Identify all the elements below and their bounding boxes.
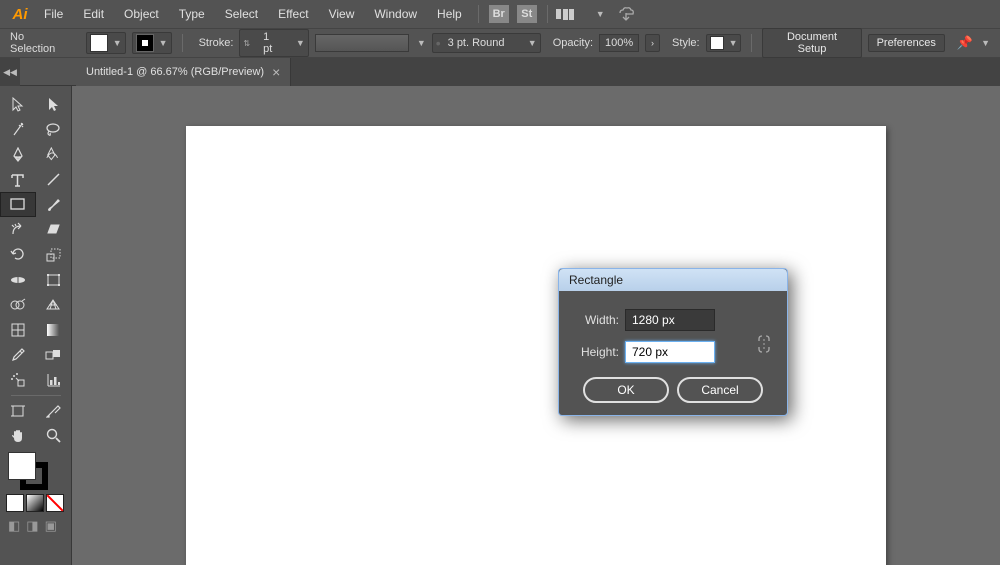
- color-mode-gradient[interactable]: [26, 494, 44, 512]
- canvas-area[interactable]: [72, 86, 1000, 565]
- menu-effect[interactable]: Effect: [270, 3, 316, 25]
- curvature-tool[interactable]: [36, 142, 72, 167]
- draw-behind-icon[interactable]: ◨: [26, 518, 38, 534]
- slice-tool[interactable]: [36, 398, 72, 423]
- type-tool[interactable]: [0, 167, 36, 192]
- rectangle-dialog: Rectangle Width: Height: OK Cancel: [558, 268, 788, 416]
- constrain-link-icon[interactable]: [757, 333, 771, 355]
- style-label: Style:: [672, 37, 700, 49]
- width-label: Width:: [573, 313, 619, 327]
- fill-swatch[interactable]: [8, 452, 36, 480]
- width-tool[interactable]: [0, 267, 36, 292]
- document-tab-title: Untitled-1 @ 66.67% (RGB/Preview): [86, 66, 264, 78]
- ok-button[interactable]: OK: [583, 377, 669, 403]
- document-tab[interactable]: Untitled-1 @ 66.67% (RGB/Preview) ×: [76, 58, 291, 86]
- draw-normal-icon[interactable]: ◧: [8, 518, 20, 534]
- separator: [478, 5, 479, 23]
- selection-tool[interactable]: [0, 92, 36, 117]
- pin-icon[interactable]: 📌: [957, 35, 973, 51]
- opacity-chevron[interactable]: ›: [645, 34, 660, 52]
- brush-def-button[interactable]: •3 pt. Round▼: [432, 33, 541, 53]
- menu-edit[interactable]: Edit: [75, 3, 112, 25]
- draw-inside-icon[interactable]: ▣: [45, 518, 57, 534]
- menu-view[interactable]: View: [321, 3, 363, 25]
- menu-help[interactable]: Help: [429, 3, 470, 25]
- eraser-tool[interactable]: [36, 217, 72, 242]
- cancel-button[interactable]: Cancel: [677, 377, 763, 403]
- separator: [182, 34, 183, 52]
- hand-tool[interactable]: [0, 423, 36, 448]
- shape-builder-tool[interactable]: [0, 292, 36, 317]
- free-transform-tool[interactable]: [36, 267, 72, 292]
- menu-object[interactable]: Object: [116, 3, 167, 25]
- separator: [547, 5, 548, 23]
- options-bar: No Selection ▼ ▼ Stroke: ⇅1 pt▼ ▼ •3 pt.…: [0, 28, 1000, 58]
- width-field[interactable]: [625, 309, 715, 331]
- menu-type[interactable]: Type: [171, 3, 213, 25]
- color-modes: [0, 492, 71, 514]
- color-mode-solid[interactable]: [6, 494, 24, 512]
- chevron-down-icon[interactable]: ▼: [981, 38, 990, 48]
- gpu-perf-icon[interactable]: [617, 7, 635, 21]
- fill-stroke-indicator[interactable]: [0, 448, 71, 492]
- screen-draw-modes: ◧ ◨ ▣: [0, 514, 71, 538]
- symbol-sprayer-tool[interactable]: [0, 367, 36, 392]
- style-swatch[interactable]: ▼: [706, 34, 742, 52]
- stroke-label: Stroke:: [199, 37, 234, 49]
- bridge-button[interactable]: Br: [489, 5, 509, 23]
- blend-tool[interactable]: [36, 342, 72, 367]
- var-width-profile[interactable]: [315, 34, 409, 52]
- arrange-docs-button[interactable]: [556, 7, 590, 22]
- height-field[interactable]: [625, 341, 715, 363]
- menubar: Ai File Edit Object Type Select Effect V…: [0, 0, 1000, 28]
- eyedropper-tool[interactable]: [0, 342, 36, 367]
- document-setup-button[interactable]: Document Setup: [762, 28, 861, 58]
- document-tab-bar: ◀◀ Untitled-1 @ 66.67% (RGB/Preview) ×: [0, 58, 1000, 86]
- selection-status: No Selection: [10, 31, 72, 55]
- menu-file[interactable]: File: [36, 3, 71, 25]
- pen-tool[interactable]: [0, 142, 36, 167]
- main-workspace: ◧ ◨ ▣: [0, 86, 1000, 565]
- preferences-button[interactable]: Preferences: [868, 34, 945, 52]
- direct-selection-tool[interactable]: [36, 92, 72, 117]
- menu-select[interactable]: Select: [217, 3, 266, 25]
- separator: [751, 34, 752, 52]
- color-mode-none[interactable]: [46, 494, 64, 512]
- chevron-down-icon[interactable]: ▼: [417, 38, 426, 48]
- stroke-button[interactable]: ▼: [132, 32, 172, 54]
- opacity-label: Opacity:: [553, 37, 593, 49]
- line-segment-tool[interactable]: [36, 167, 72, 192]
- toggle-panels-icon[interactable]: ◀◀: [0, 67, 20, 78]
- perspective-grid-tool[interactable]: [36, 292, 72, 317]
- toolbox: ◧ ◨ ▣: [0, 86, 72, 565]
- chevron-down-icon[interactable]: ▼: [596, 9, 605, 19]
- opacity-field[interactable]: 100%: [599, 34, 639, 52]
- zoom-tool[interactable]: [36, 423, 72, 448]
- mesh-tool[interactable]: [0, 317, 36, 342]
- magic-wand-tool[interactable]: [0, 117, 36, 142]
- lasso-tool[interactable]: [36, 117, 72, 142]
- dialog-title[interactable]: Rectangle: [559, 269, 787, 291]
- rotate-tool[interactable]: [0, 242, 36, 267]
- menu-window[interactable]: Window: [366, 3, 425, 25]
- paintbrush-tool[interactable]: [36, 192, 72, 217]
- tab-well: [20, 58, 76, 86]
- shaper-tool[interactable]: [0, 217, 36, 242]
- stock-button[interactable]: St: [517, 5, 537, 23]
- artboard-tool[interactable]: [0, 398, 36, 423]
- height-label: Height:: [573, 345, 619, 359]
- scale-tool[interactable]: [36, 242, 72, 267]
- column-graph-tool[interactable]: [36, 367, 72, 392]
- stroke-weight-field[interactable]: ⇅1 pt▼: [239, 29, 308, 57]
- app-logo-icon: Ai: [8, 4, 32, 24]
- close-tab-icon[interactable]: ×: [272, 64, 280, 80]
- rectangle-tool[interactable]: [0, 192, 36, 217]
- gradient-tool[interactable]: [36, 317, 72, 342]
- fill-button[interactable]: ▼: [86, 32, 126, 54]
